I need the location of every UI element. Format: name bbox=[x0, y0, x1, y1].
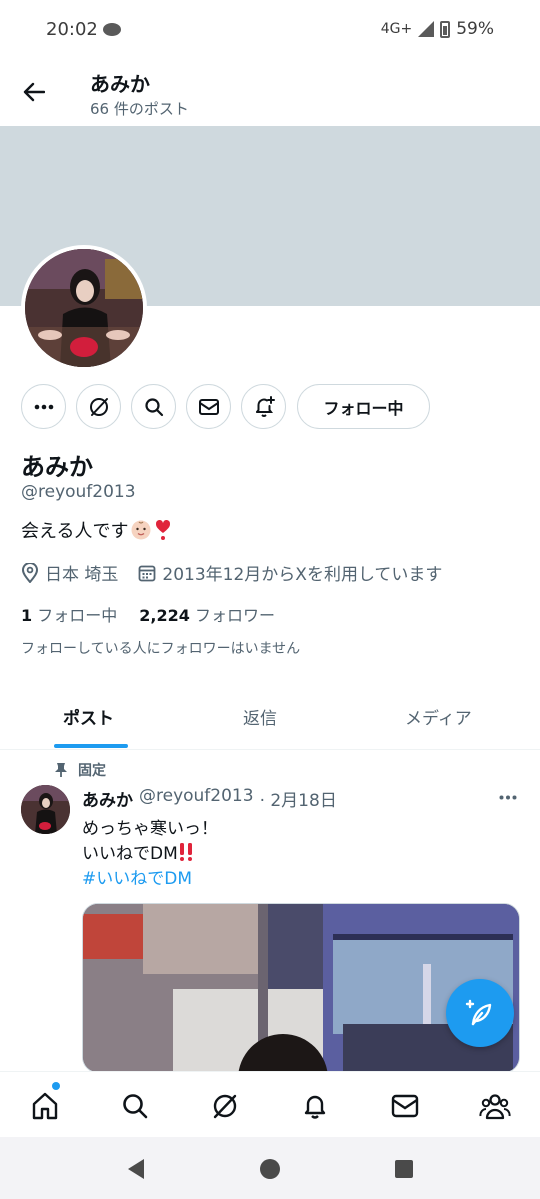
profile-meta: 日本 埼玉 2013年12月からXを利用しています bbox=[21, 560, 462, 585]
profile-tabs: ポスト 返信 メディア bbox=[0, 690, 540, 750]
double-exclamation-icon bbox=[179, 842, 192, 861]
notify-button[interactable] bbox=[241, 384, 286, 429]
home-notification-dot bbox=[52, 1082, 60, 1090]
profile-joined: 2013年12月からXを利用しています bbox=[138, 560, 442, 585]
following-count: 1 bbox=[21, 606, 33, 625]
post-text-line-2-text: いいねでDM bbox=[82, 844, 178, 864]
follow-stats: 1 フォロー中 2,224 フォロワー bbox=[21, 602, 275, 626]
profile-bio: 会える人です bbox=[21, 517, 172, 543]
more-button[interactable] bbox=[21, 384, 66, 429]
arrow-left-icon bbox=[23, 82, 45, 102]
search-icon bbox=[123, 1094, 148, 1119]
followers-link[interactable]: 2,224 フォロワー bbox=[139, 602, 275, 626]
compose-button[interactable] bbox=[446, 979, 514, 1047]
search-posts-button[interactable] bbox=[131, 384, 176, 429]
notification-icon bbox=[103, 23, 121, 36]
post-text-line-2: いいねでDM bbox=[82, 839, 194, 864]
location-text: 日本 埼玉 bbox=[45, 565, 119, 585]
post-date[interactable]: · 2月18日 bbox=[260, 786, 337, 811]
system-home-button[interactable] bbox=[258, 1157, 282, 1181]
profile-avatar[interactable] bbox=[21, 245, 147, 371]
message-button[interactable] bbox=[186, 384, 231, 429]
status-indicators: 4G+ 59% bbox=[381, 19, 494, 39]
profile-handle: @reyouf2013 bbox=[21, 482, 136, 502]
nav-messages[interactable] bbox=[385, 1086, 425, 1126]
bell-plus-icon bbox=[255, 395, 275, 417]
post-avatar-photo bbox=[21, 785, 70, 834]
bottom-nav bbox=[0, 1071, 540, 1137]
compose-icon bbox=[465, 999, 492, 1026]
post-author-name[interactable]: あみか bbox=[82, 786, 133, 811]
circle-home-icon bbox=[260, 1159, 280, 1179]
status-time: 20:02 bbox=[46, 19, 98, 40]
post-text-line-1: めっちゃ寒いっ！ bbox=[82, 819, 218, 839]
nav-communities[interactable] bbox=[475, 1086, 515, 1126]
status-bar: 20:02 4G+ 59% bbox=[0, 0, 540, 60]
more-horizontal-icon bbox=[34, 404, 53, 409]
pinned-text: 固定 bbox=[78, 763, 106, 779]
red-exclamation-heart-icon bbox=[156, 519, 171, 540]
post-media-image[interactable] bbox=[82, 903, 520, 1073]
post-author-handle[interactable]: @reyouf2013 bbox=[139, 786, 254, 811]
tab-media[interactable]: メディア bbox=[405, 704, 472, 729]
grok-button[interactable] bbox=[76, 384, 121, 429]
battery-icon bbox=[440, 20, 451, 38]
envelope-icon bbox=[391, 1094, 419, 1118]
followers-label: フォロワー bbox=[194, 606, 275, 625]
nav-search[interactable] bbox=[115, 1086, 155, 1126]
baby-face-emoji-icon bbox=[131, 520, 151, 540]
following-label: フォロー中 bbox=[37, 606, 118, 625]
nav-grok[interactable] bbox=[205, 1086, 245, 1126]
location-pin-icon bbox=[21, 562, 39, 583]
grok-icon bbox=[213, 1094, 237, 1119]
profile-header: あみか 66 件のポスト bbox=[0, 60, 540, 126]
tab-indicator bbox=[54, 744, 128, 748]
home-icon bbox=[32, 1092, 58, 1120]
known-followers: フォローしている人にフォロワーはいません bbox=[21, 641, 301, 657]
following-link[interactable]: 1 フォロー中 bbox=[21, 602, 117, 626]
communities-icon bbox=[479, 1094, 511, 1120]
nav-home[interactable] bbox=[25, 1086, 65, 1126]
back-button[interactable] bbox=[14, 72, 54, 112]
system-recents-button[interactable] bbox=[392, 1157, 416, 1181]
post-hashtag[interactable]: #いいねでDM bbox=[82, 864, 192, 889]
calendar-icon bbox=[139, 565, 156, 581]
triangle-back-icon bbox=[128, 1159, 144, 1179]
header-title: あみか bbox=[90, 72, 150, 96]
envelope-icon bbox=[198, 398, 219, 415]
search-icon bbox=[144, 397, 163, 416]
profile-name: あみか bbox=[21, 453, 93, 481]
nav-notifications[interactable] bbox=[295, 1086, 335, 1126]
avatar-photo bbox=[25, 249, 143, 367]
signal-icon bbox=[418, 21, 435, 37]
grok-icon bbox=[89, 397, 108, 416]
battery-percent: 59% bbox=[456, 19, 494, 39]
more-horizontal-icon bbox=[499, 795, 517, 799]
tab-replies[interactable]: 返信 bbox=[243, 704, 277, 729]
following-button[interactable]: フォロー中 bbox=[297, 384, 430, 429]
profile-location: 日本 埼玉 bbox=[21, 560, 118, 585]
pin-icon bbox=[55, 763, 67, 777]
post-more-button[interactable] bbox=[495, 786, 521, 808]
system-back-button[interactable] bbox=[124, 1157, 148, 1181]
post-avatar[interactable] bbox=[21, 785, 70, 834]
network-type: 4G+ bbox=[380, 21, 413, 37]
pinned-label: 固定 bbox=[54, 760, 106, 780]
followers-count: 2,224 bbox=[139, 606, 190, 625]
system-nav-bar bbox=[0, 1137, 540, 1199]
square-recents-icon bbox=[395, 1160, 413, 1178]
post-count: 66 件のポスト bbox=[90, 100, 189, 118]
joined-text: 2013年12月からXを利用しています bbox=[162, 565, 443, 585]
post-header: あみか @reyouf2013 · 2月18日 bbox=[82, 786, 337, 811]
bell-icon bbox=[304, 1095, 326, 1119]
bio-text: 会える人です bbox=[21, 521, 129, 542]
tab-posts[interactable]: ポスト bbox=[63, 704, 114, 729]
